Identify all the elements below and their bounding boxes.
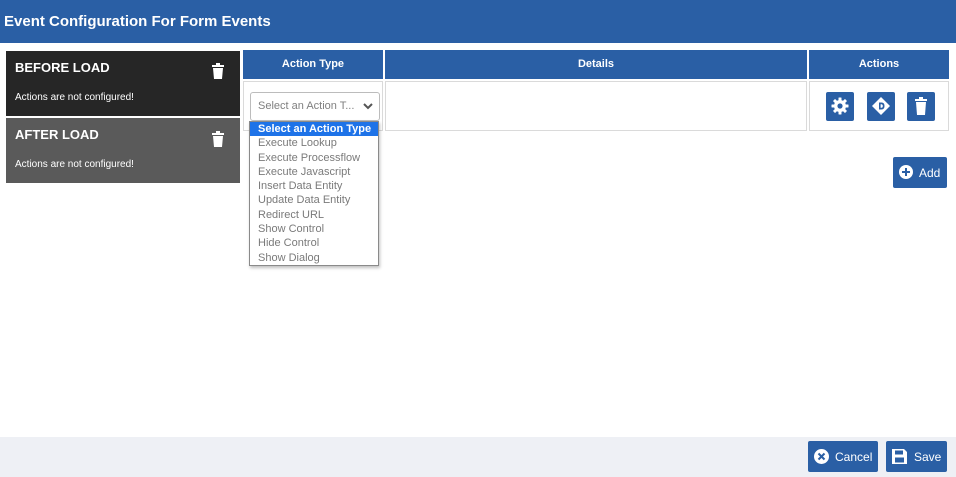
dropdown-option[interactable]: Show Dialog (250, 251, 378, 265)
trash-icon (915, 97, 927, 115)
event-list: BEFORE LOAD Actions are not configured! … (6, 51, 240, 185)
select-value: Select an Action T... (258, 100, 355, 112)
cancel-button-label: Cancel (835, 450, 873, 464)
column-header-details: Details (385, 50, 807, 79)
column-header-actions: Actions (809, 50, 949, 79)
save-button[interactable]: Save (886, 441, 947, 472)
dropdown-option[interactable]: Redirect URL (250, 208, 378, 222)
event-title: BEFORE LOAD (15, 60, 110, 75)
trash-icon[interactable] (211, 63, 225, 79)
dropdown-option[interactable]: Select an Action Type (250, 122, 378, 137)
cancel-button[interactable]: Cancel (808, 441, 878, 472)
delete-row-button[interactable] (907, 92, 935, 121)
dropdown-option[interactable]: Execute Processflow (250, 151, 378, 165)
save-icon (892, 449, 907, 464)
dialog-footer: Cancel Save (0, 437, 956, 477)
column-header-action-type: Action Type (243, 50, 383, 79)
actions-cell (809, 81, 949, 131)
diamond-icon (872, 97, 890, 115)
dropdown-option[interactable]: Update Data Entity (250, 193, 378, 207)
x-circle-icon (814, 449, 829, 464)
event-status: Actions are not configured! (15, 92, 134, 103)
dropdown-option[interactable]: Hide Control (250, 236, 378, 250)
chevron-down-icon (363, 103, 373, 110)
dropdown-option[interactable]: Insert Data Entity (250, 179, 378, 193)
settings-button[interactable] (826, 92, 854, 121)
event-card-before-load[interactable]: BEFORE LOAD Actions are not configured! (6, 51, 240, 116)
plus-circle-icon (899, 165, 913, 179)
add-button-label: Add (919, 166, 941, 180)
gear-icon (831, 97, 849, 115)
dialog-title: Event Configuration For Form Events (0, 0, 956, 43)
event-title: AFTER LOAD (15, 127, 99, 142)
dropdown-option[interactable]: Execute Javascript (250, 165, 378, 179)
add-button[interactable]: Add (893, 157, 947, 188)
save-button-label: Save (914, 450, 942, 464)
trash-icon[interactable] (211, 131, 225, 147)
details-cell (385, 81, 807, 131)
details-button[interactable] (867, 92, 895, 121)
event-configuration-dialog: Event Configuration For Form Events BEFO… (0, 0, 956, 477)
action-type-dropdown-list[interactable]: Select an Action Type Execute Lookup Execu… (249, 121, 379, 266)
event-card-after-load[interactable]: AFTER LOAD Actions are not configured! (6, 118, 240, 183)
event-status: Actions are not configured! (15, 159, 134, 170)
dropdown-option[interactable]: Execute Lookup (250, 136, 378, 150)
dropdown-option[interactable]: Show Control (250, 222, 378, 236)
action-type-select[interactable]: Select an Action T... (250, 92, 380, 121)
